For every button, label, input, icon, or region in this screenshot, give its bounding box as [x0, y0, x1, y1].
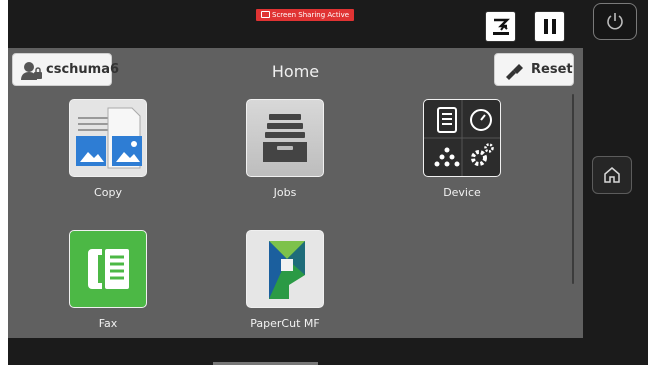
- copy-icon: [69, 99, 147, 177]
- app-tile-papercut[interactable]: PaperCut MF: [231, 230, 339, 330]
- power-icon: [607, 13, 623, 30]
- job-status-icon: [492, 18, 510, 35]
- app-label-jobs: Jobs: [273, 186, 297, 199]
- screen-sharing-badge: Screen Sharing Active: [256, 9, 355, 21]
- app-tile-copy[interactable]: Copy: [54, 99, 162, 199]
- bottom-bar: [8, 338, 648, 365]
- app-label-fax: Fax: [98, 317, 118, 330]
- app-label-device: Device: [443, 186, 481, 199]
- home-icon: [604, 167, 620, 183]
- fax-icon: [69, 230, 147, 308]
- power-button[interactable]: [593, 3, 637, 40]
- scrollbar[interactable]: [572, 94, 574, 284]
- reset-label: Reset: [531, 62, 573, 77]
- app-label-copy: Copy: [94, 186, 122, 199]
- device-icon: [423, 99, 501, 177]
- reset-button[interactable]: Reset: [494, 53, 574, 86]
- home-panel: cschuma6 Home Reset Copy Jobs Device Fax…: [8, 48, 583, 338]
- app-tile-fax[interactable]: Fax: [54, 230, 162, 330]
- screen-share-icon: [261, 11, 270, 18]
- app-tile-jobs[interactable]: Jobs: [231, 99, 339, 199]
- jobs-icon: [246, 99, 324, 177]
- job-status-button[interactable]: [485, 11, 516, 42]
- home-button[interactable]: [592, 156, 632, 194]
- papercut-icon: [246, 230, 324, 308]
- top-bar: Screen Sharing Active: [8, 0, 583, 48]
- app-tile-device[interactable]: Device: [408, 99, 516, 199]
- pause-icon: [543, 19, 556, 34]
- reset-icon: [506, 64, 523, 80]
- pause-button[interactable]: [534, 11, 565, 42]
- app-label-papercut: PaperCut MF: [250, 317, 320, 330]
